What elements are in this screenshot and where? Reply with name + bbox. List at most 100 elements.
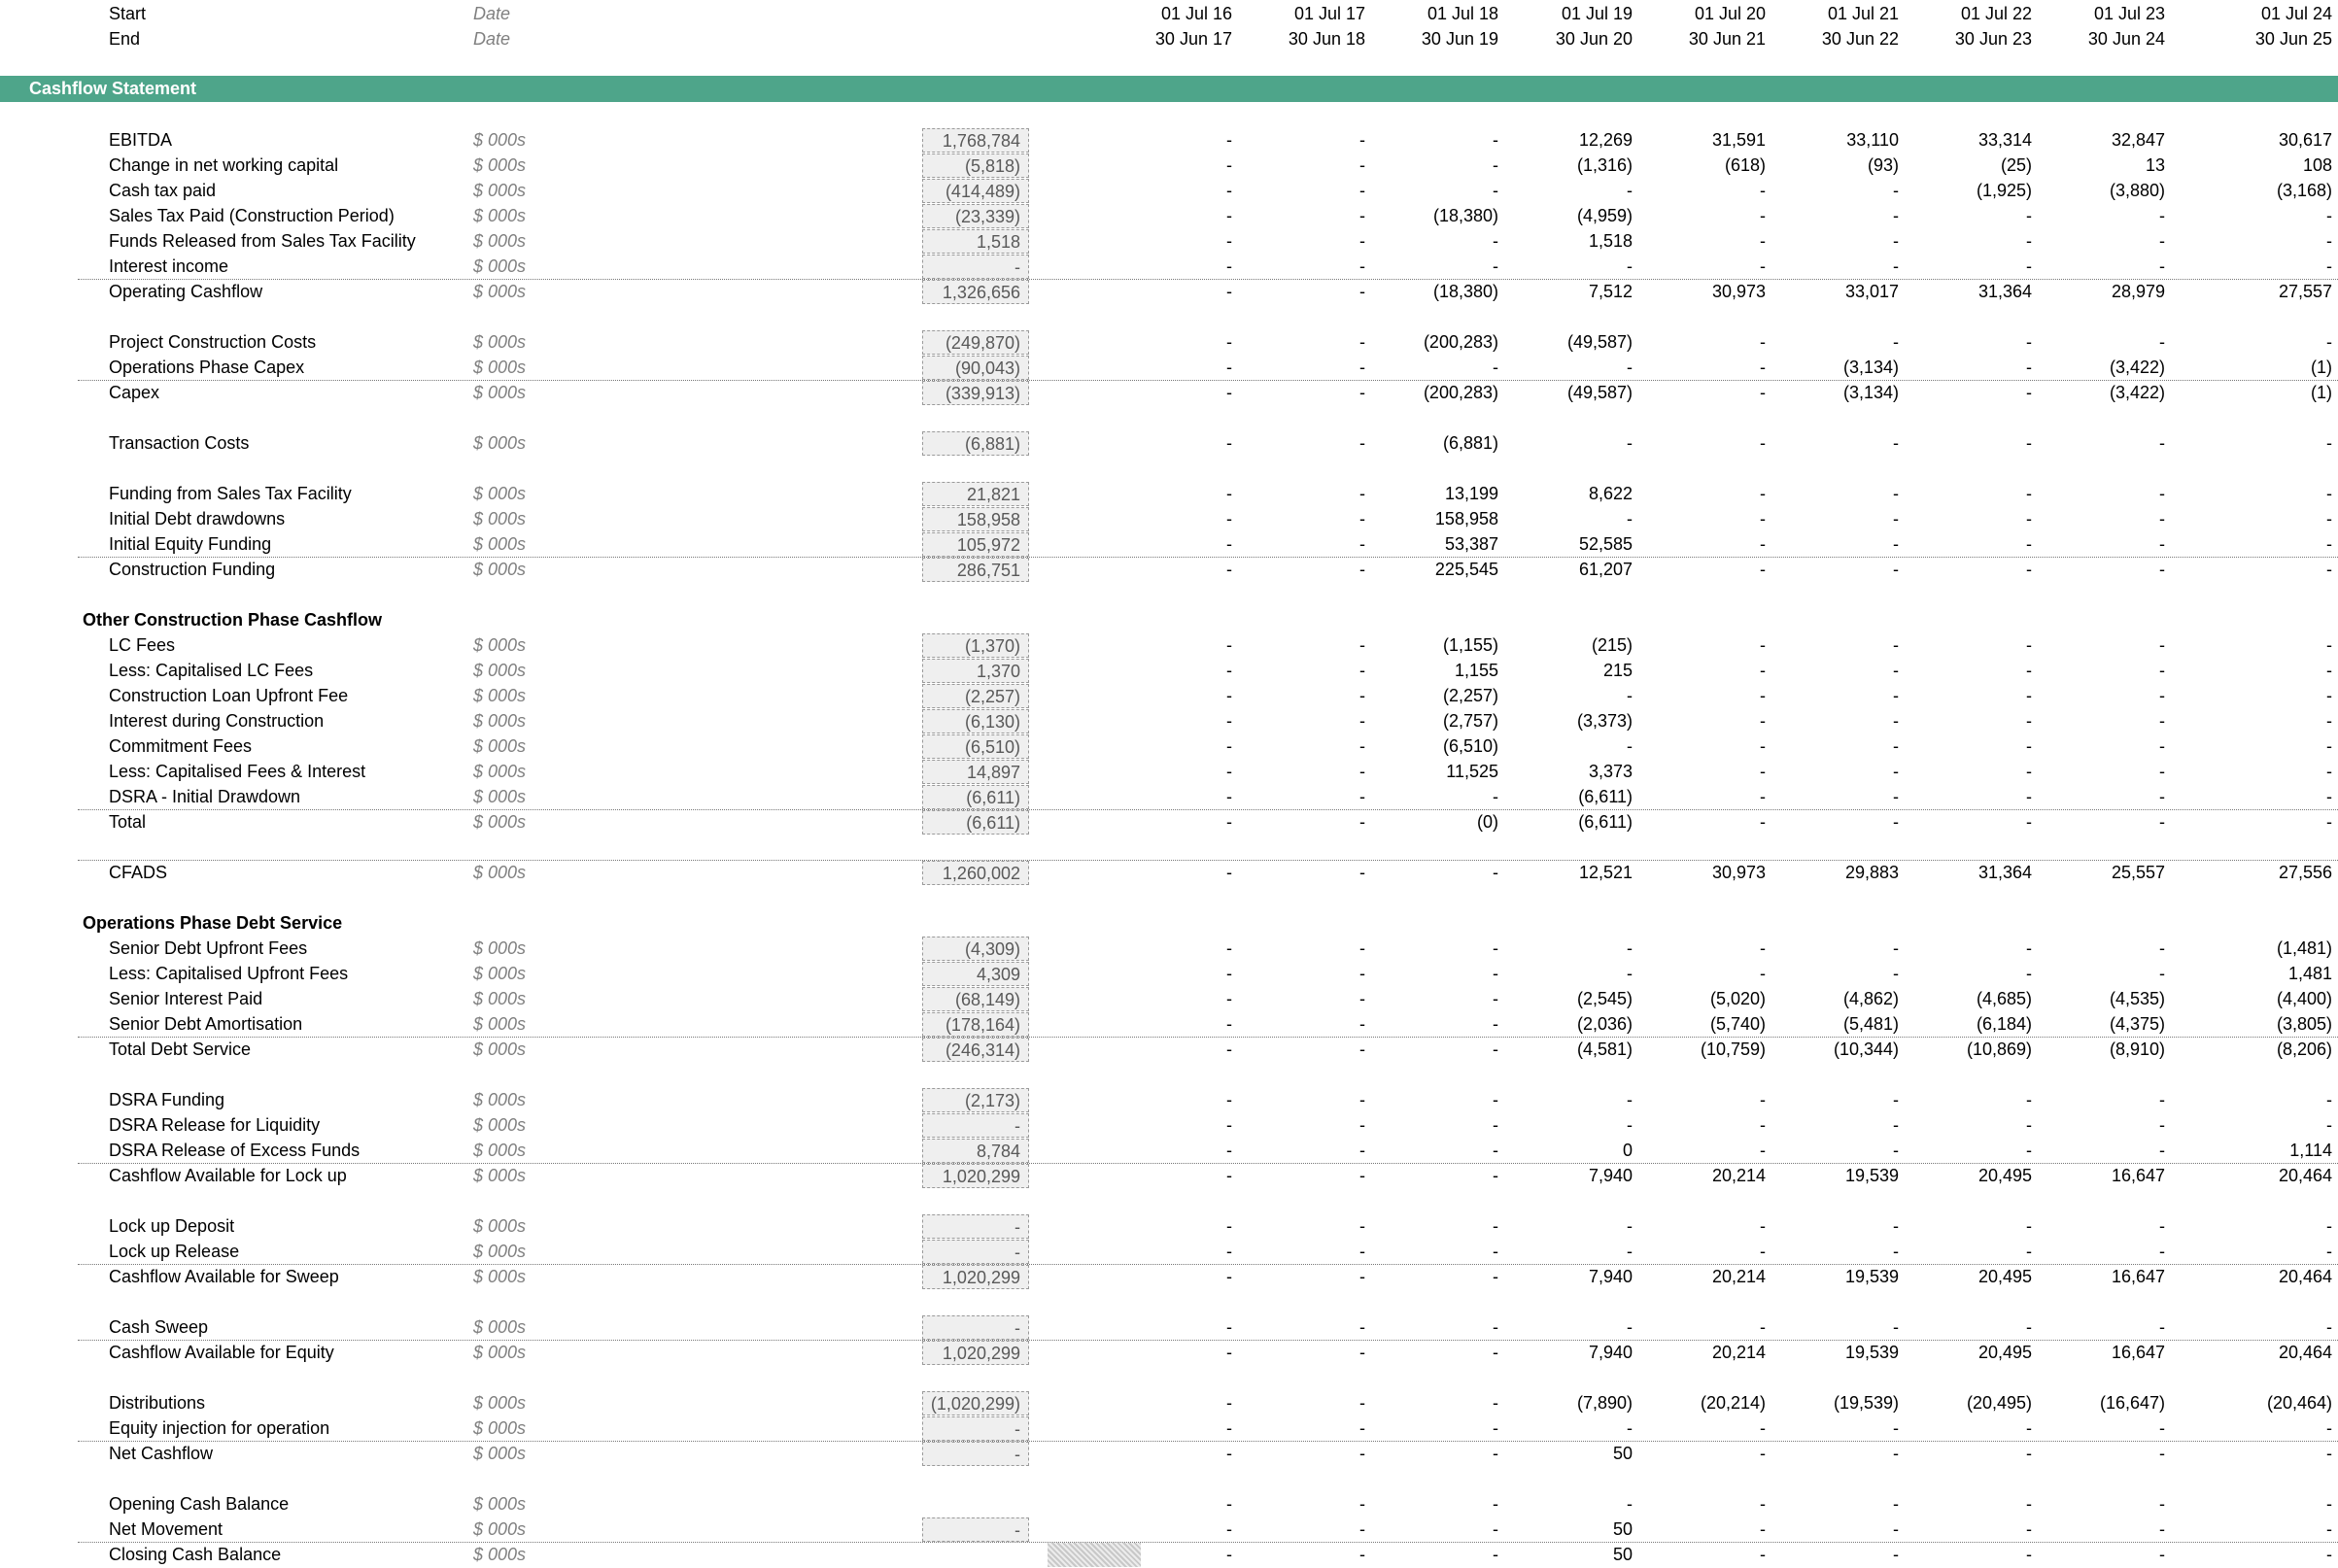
period-value-cell[interactable]: 16,647 <box>2039 1343 2165 1363</box>
row-total-cell[interactable]: - <box>922 1416 1029 1441</box>
period-value-cell[interactable]: - <box>1772 964 1899 984</box>
period-value-cell[interactable]: - <box>1239 181 1365 201</box>
period-value-cell[interactable]: - <box>2206 736 2332 757</box>
period-value-cell[interactable]: (16,647) <box>2039 1393 2165 1414</box>
period-value-cell[interactable]: 20,464 <box>2206 1343 2332 1363</box>
period-value-cell[interactable]: - <box>1239 206 1365 226</box>
period-value-cell[interactable]: - <box>1506 1494 1633 1515</box>
period-value-cell[interactable]: (200,283) <box>1372 332 1498 353</box>
row-total-cell[interactable]: - <box>922 1240 1029 1264</box>
period-value-cell[interactable]: - <box>2039 1317 2165 1338</box>
period-value-cell[interactable]: - <box>2039 1519 2165 1540</box>
period-value-cell[interactable]: - <box>1106 231 1232 252</box>
period-value-cell[interactable]: 20,495 <box>1906 1267 2032 1287</box>
period-value-cell[interactable]: - <box>2039 1216 2165 1237</box>
period-value-cell[interactable]: (3,422) <box>2039 383 2165 403</box>
period-value-cell[interactable]: - <box>1106 863 1232 883</box>
period-value-cell[interactable]: - <box>1239 1267 1365 1287</box>
period-value-cell[interactable]: - <box>1506 1115 1633 1136</box>
period-value-cell[interactable]: - <box>1639 1242 1766 1262</box>
period-value-cell[interactable]: - <box>1239 282 1365 302</box>
period-value-cell[interactable]: (1,481) <box>2206 938 2332 959</box>
period-value-cell[interactable]: - <box>1372 1216 1498 1237</box>
row-total-cell[interactable]: - <box>922 255 1029 279</box>
period-value-cell[interactable]: - <box>1906 938 2032 959</box>
period-value-cell[interactable]: (25) <box>1906 155 2032 176</box>
period-value-cell[interactable]: (4,375) <box>2039 1014 2165 1035</box>
period-value-cell[interactable]: - <box>1639 1090 1766 1110</box>
period-value-cell[interactable]: - <box>1372 1418 1498 1439</box>
period-value-cell[interactable]: - <box>2206 635 2332 656</box>
period-value-cell[interactable]: - <box>2039 1115 2165 1136</box>
period-value-cell[interactable]: - <box>1639 181 1766 201</box>
period-value-cell[interactable]: - <box>1506 1242 1633 1262</box>
period-value-cell[interactable]: (49,587) <box>1506 332 1633 353</box>
row-total-cell[interactable]: (1,020,299) <box>922 1391 1029 1415</box>
period-value-cell[interactable]: - <box>2206 686 2332 706</box>
period-value-cell[interactable]: - <box>1639 383 1766 403</box>
period-value-cell[interactable]: (10,344) <box>1772 1040 1899 1060</box>
period-value-cell[interactable]: 50 <box>1506 1444 1633 1464</box>
period-value-cell[interactable]: - <box>1106 1494 1232 1515</box>
period-value-cell[interactable]: - <box>1906 1545 2032 1565</box>
period-value-cell[interactable]: - <box>1639 762 1766 782</box>
period-value-cell[interactable]: - <box>2206 206 2332 226</box>
period-value-cell[interactable]: 225,545 <box>1372 560 1498 580</box>
period-value-cell[interactable]: - <box>2039 1141 2165 1161</box>
period-value-cell[interactable]: - <box>1239 1494 1365 1515</box>
period-value-cell[interactable]: - <box>1906 560 2032 580</box>
period-value-cell[interactable]: - <box>1906 1317 2032 1338</box>
period-value-cell[interactable]: - <box>1239 1115 1365 1136</box>
period-value-cell[interactable]: - <box>1772 938 1899 959</box>
period-value-cell[interactable]: - <box>1106 1242 1232 1262</box>
period-value-cell[interactable]: - <box>2039 736 2165 757</box>
period-value-cell[interactable]: - <box>1106 282 1232 302</box>
period-value-cell[interactable]: (4,862) <box>1772 989 1899 1009</box>
period-value-cell[interactable]: - <box>1506 256 1633 277</box>
period-value-cell[interactable]: - <box>1506 938 1633 959</box>
period-value-cell[interactable]: - <box>1106 1040 1232 1060</box>
row-total-cell[interactable]: 1,260,002 <box>922 861 1029 885</box>
period-value-cell[interactable]: - <box>1772 206 1899 226</box>
period-value-cell[interactable]: - <box>1106 938 1232 959</box>
period-value-cell[interactable]: - <box>1506 686 1633 706</box>
period-value-cell[interactable]: - <box>2039 1494 2165 1515</box>
period-value-cell[interactable]: 13 <box>2039 155 2165 176</box>
period-value-cell[interactable]: - <box>1372 1545 1498 1565</box>
period-value-cell[interactable]: (8,206) <box>2206 1040 2332 1060</box>
period-value-cell[interactable]: 33,017 <box>1772 282 1899 302</box>
period-value-cell[interactable]: - <box>1639 1141 1766 1161</box>
period-value-cell[interactable]: - <box>1906 762 2032 782</box>
period-value-cell[interactable]: - <box>1239 534 1365 555</box>
period-value-cell[interactable]: - <box>2206 1216 2332 1237</box>
period-value-cell[interactable]: - <box>1639 231 1766 252</box>
period-value-cell[interactable]: - <box>1906 433 2032 454</box>
row-total-cell[interactable]: (339,913) <box>922 381 1029 405</box>
period-value-cell[interactable]: - <box>2039 1090 2165 1110</box>
period-value-cell[interactable]: (18,380) <box>1372 282 1498 302</box>
period-value-cell[interactable]: - <box>1506 1090 1633 1110</box>
row-total-cell[interactable]: 286,751 <box>922 558 1029 582</box>
period-value-cell[interactable]: 20,464 <box>2206 1166 2332 1186</box>
period-value-cell[interactable]: - <box>1372 1267 1498 1287</box>
period-value-cell[interactable]: - <box>1239 1545 1365 1565</box>
period-value-cell[interactable]: 31,364 <box>1906 282 2032 302</box>
period-value-cell[interactable]: 20,495 <box>1906 1166 2032 1186</box>
period-value-cell[interactable]: - <box>2206 1090 2332 1110</box>
period-value-cell[interactable]: - <box>1906 383 2032 403</box>
period-value-cell[interactable]: - <box>2206 762 2332 782</box>
period-value-cell[interactable]: 32,847 <box>2039 130 2165 151</box>
period-value-cell[interactable]: - <box>1772 256 1899 277</box>
period-value-cell[interactable]: (2,545) <box>1506 989 1633 1009</box>
period-value-cell[interactable]: - <box>1639 509 1766 529</box>
period-value-cell[interactable]: - <box>1906 256 2032 277</box>
period-value-cell[interactable]: - <box>1372 1242 1498 1262</box>
period-value-cell[interactable]: 20,464 <box>2206 1267 2332 1287</box>
row-total-cell[interactable]: (23,339) <box>922 204 1029 228</box>
period-value-cell[interactable]: - <box>1772 1242 1899 1262</box>
period-value-cell[interactable]: (49,587) <box>1506 383 1633 403</box>
period-value-cell[interactable]: - <box>1372 1519 1498 1540</box>
row-total-cell[interactable]: (246,314) <box>922 1038 1029 1062</box>
period-value-cell[interactable]: 30,973 <box>1639 282 1766 302</box>
period-value-cell[interactable]: - <box>1639 1216 1766 1237</box>
